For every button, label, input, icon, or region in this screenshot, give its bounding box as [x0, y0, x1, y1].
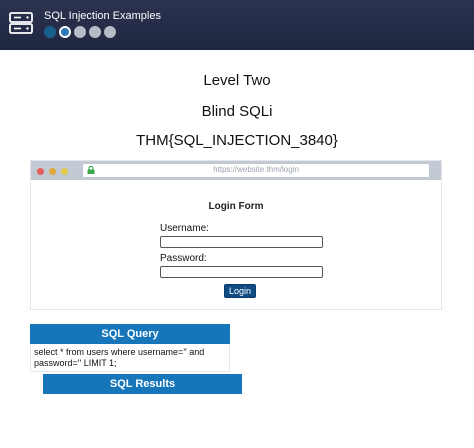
flag-text: THM{SQL_INJECTION_3840}: [136, 132, 338, 149]
username-input[interactable]: [160, 236, 323, 248]
browser-chrome: https://website.thm/login: [31, 161, 441, 180]
address-bar[interactable]: https://website.thm/login: [83, 164, 429, 177]
close-dot: [37, 168, 44, 175]
step-2[interactable]: [59, 26, 71, 38]
sql-query-header: SQL Query: [30, 324, 230, 344]
app-title: SQL Injection Examples: [44, 10, 161, 22]
step-5[interactable]: [104, 26, 116, 38]
step-3[interactable]: [74, 26, 86, 38]
step-4[interactable]: [89, 26, 101, 38]
minimize-dot: [49, 168, 56, 175]
username-label: Username:: [160, 223, 209, 234]
step-1[interactable]: [44, 26, 56, 38]
password-input[interactable]: [160, 266, 323, 278]
browser-window: https://website.thm/login Login Form Use…: [30, 160, 442, 310]
login-button[interactable]: Login: [224, 284, 256, 298]
maximize-dot: [61, 168, 68, 175]
challenge-name: Blind SQLi: [201, 103, 273, 120]
login-form-title: Login Form: [208, 201, 264, 212]
progress-steps: [44, 26, 116, 38]
sql-results-header: SQL Results: [43, 374, 242, 394]
server-icon: [9, 12, 33, 34]
sql-query-text: select * from users where username='' an…: [30, 344, 230, 372]
url-text: https://website.thm/login: [213, 165, 299, 174]
password-label: Password:: [160, 253, 207, 264]
top-bar: SQL Injection Examples: [0, 0, 474, 50]
level-heading: Level Two: [203, 72, 271, 89]
